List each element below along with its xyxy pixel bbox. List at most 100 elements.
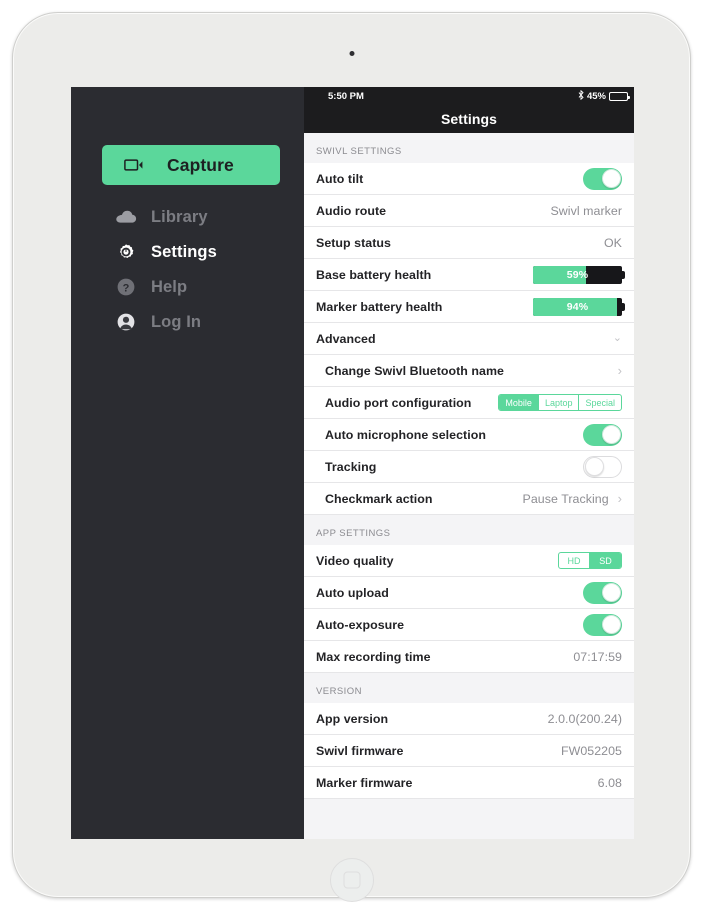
toggle-knob	[584, 457, 604, 476]
video-camera-icon	[124, 158, 144, 172]
settings-row-label: Max recording time	[316, 649, 431, 664]
settings-row-value: OK	[603, 235, 622, 250]
settings-row-value: 07:17:59	[573, 649, 622, 664]
sidebar-item-settings[interactable]: Settings	[115, 239, 217, 265]
settings-row-label: Marker battery health	[316, 299, 443, 314]
settings-row[interactable]: Auto upload	[304, 577, 634, 609]
toggle-switch[interactable]	[583, 423, 622, 446]
settings-pane: 5:50 PM 45% Settings SWIVL SETTINGS Auto…	[304, 87, 634, 839]
question-mark-icon: ?	[115, 277, 137, 297]
settings-row[interactable]: Auto microphone selection	[304, 419, 634, 451]
ipad-device-frame: Capture Library Settings ? Help Log In 5…	[12, 12, 691, 902]
settings-row-label: Auto tilt	[316, 171, 364, 186]
status-bar-battery-percent: 45%	[586, 91, 606, 102]
bluetooth-icon	[578, 89, 584, 103]
segmented-option[interactable]: SD	[590, 553, 621, 568]
settings-row[interactable]: Base battery health 59%	[304, 259, 634, 291]
settings-row-value: 6.08	[597, 775, 622, 790]
sidebar-item-library[interactable]: Library	[115, 204, 208, 230]
settings-row[interactable]: Change Swivl Bluetooth name ›	[304, 355, 634, 387]
settings-row[interactable]: Video quality HD SD	[304, 545, 634, 577]
settings-row[interactable]: Advanced ⌄	[304, 323, 634, 355]
toggle-switch[interactable]	[583, 581, 622, 604]
capture-button-label: Capture	[167, 154, 234, 175]
settings-row-label: Auto-exposure	[316, 617, 405, 632]
settings-row[interactable]: App version 2.0.0(200.24)	[304, 703, 634, 735]
settings-row[interactable]: Auto-exposure	[304, 609, 634, 641]
settings-row[interactable]: Audio route Swivl marker	[304, 195, 634, 227]
sidebar-item-login[interactable]: Log In	[115, 309, 201, 335]
battery-health-indicator: 94%	[533, 297, 625, 316]
settings-row-label: Checkmark action	[325, 491, 433, 506]
settings-row-value: 2.0.0(200.24)	[547, 711, 622, 726]
home-button[interactable]	[329, 858, 374, 902]
toggle-knob	[601, 583, 621, 602]
toggle-knob	[601, 169, 621, 188]
chevron-right-icon: ›	[617, 491, 622, 506]
battery-percent-label: 59%	[566, 268, 589, 281]
sidebar: Capture Library Settings ? Help Log In	[71, 87, 304, 839]
section-header: VERSION	[304, 673, 634, 703]
chevron-down-icon: ⌄	[612, 332, 622, 344]
section-header: APP SETTINGS	[304, 515, 634, 545]
settings-row-label: App version	[316, 711, 389, 726]
settings-row-label: Swivl firmware	[316, 743, 404, 758]
chevron-right-icon: ›	[617, 363, 622, 378]
settings-row[interactable]: Marker battery health 94%	[304, 291, 634, 323]
battery-percent-label: 94%	[566, 300, 589, 313]
toggle-switch[interactable]	[583, 455, 622, 478]
settings-row[interactable]: Tracking	[304, 451, 634, 483]
gear-icon	[115, 241, 137, 263]
settings-list[interactable]: SWIVL SETTINGS Auto tilt Audio route Swivl …	[304, 133, 634, 839]
person-icon	[115, 312, 137, 332]
sidebar-item-label: Library	[151, 207, 208, 226]
settings-row-label: Audio route	[316, 203, 387, 218]
settings-row-label: Video quality	[316, 553, 394, 568]
segmented-control[interactable]: HD SD	[558, 552, 622, 569]
status-bar-right-group: 45%	[578, 89, 630, 103]
settings-row[interactable]: Setup status OK	[304, 227, 634, 259]
settings-row[interactable]: Auto tilt	[304, 163, 634, 195]
settings-row-label: Base battery health	[316, 267, 432, 282]
settings-row-label: Audio port configuration	[325, 395, 472, 410]
settings-row-value: Pause Tracking	[522, 491, 609, 506]
segmented-option[interactable]: HD	[559, 553, 590, 568]
battery-health-indicator: 59%	[533, 265, 625, 284]
settings-row-label: Auto microphone selection	[325, 427, 486, 442]
sidebar-item-label: Log In	[151, 312, 202, 331]
settings-row-label: Setup status	[316, 235, 391, 250]
settings-row-label: Advanced	[316, 331, 376, 346]
section-header: SWIVL SETTINGS	[304, 133, 634, 163]
cloud-icon	[115, 210, 137, 224]
front-camera-icon	[349, 51, 354, 56]
page-title: Settings	[440, 111, 498, 127]
segmented-control[interactable]: Mobile Laptop Special	[498, 394, 622, 411]
sidebar-item-help[interactable]: ? Help	[115, 274, 187, 300]
segmented-option[interactable]: Special	[579, 395, 621, 410]
toggle-switch[interactable]	[583, 167, 622, 190]
settings-row[interactable]: Checkmark action Pause Tracking ›	[304, 483, 634, 515]
ipad-screen: Capture Library Settings ? Help Log In 5…	[71, 87, 634, 839]
segmented-option[interactable]: Laptop	[539, 395, 580, 410]
settings-row[interactable]: Swivl firmware FW052205	[304, 735, 634, 767]
settings-row-label: Auto upload	[316, 585, 389, 600]
status-bar: 5:50 PM 45%	[304, 87, 634, 105]
sidebar-item-label: Settings	[151, 242, 217, 261]
settings-row[interactable]: Marker firmware 6.08	[304, 767, 634, 799]
status-bar-time: 5:50 PM	[328, 90, 364, 102]
segmented-option[interactable]: Mobile	[499, 395, 539, 410]
settings-row[interactable]: Max recording time 07:17:59	[304, 641, 634, 673]
navigation-bar: Settings	[304, 105, 634, 133]
settings-row-label: Change Swivl Bluetooth name	[325, 363, 504, 378]
toggle-knob	[601, 615, 621, 634]
settings-row-label: Marker firmware	[316, 775, 413, 790]
sidebar-item-label: Help	[151, 277, 188, 296]
toggle-knob	[601, 425, 621, 444]
settings-row[interactable]: Audio port configuration Mobile Laptop Spec…	[304, 387, 634, 419]
svg-text:?: ?	[123, 282, 130, 294]
settings-row-value: Swivl marker	[550, 203, 622, 218]
status-bar-battery-icon	[609, 92, 630, 101]
settings-row-label: Tracking	[325, 459, 377, 474]
toggle-switch[interactable]	[583, 613, 622, 636]
capture-button[interactable]: Capture	[102, 145, 280, 185]
